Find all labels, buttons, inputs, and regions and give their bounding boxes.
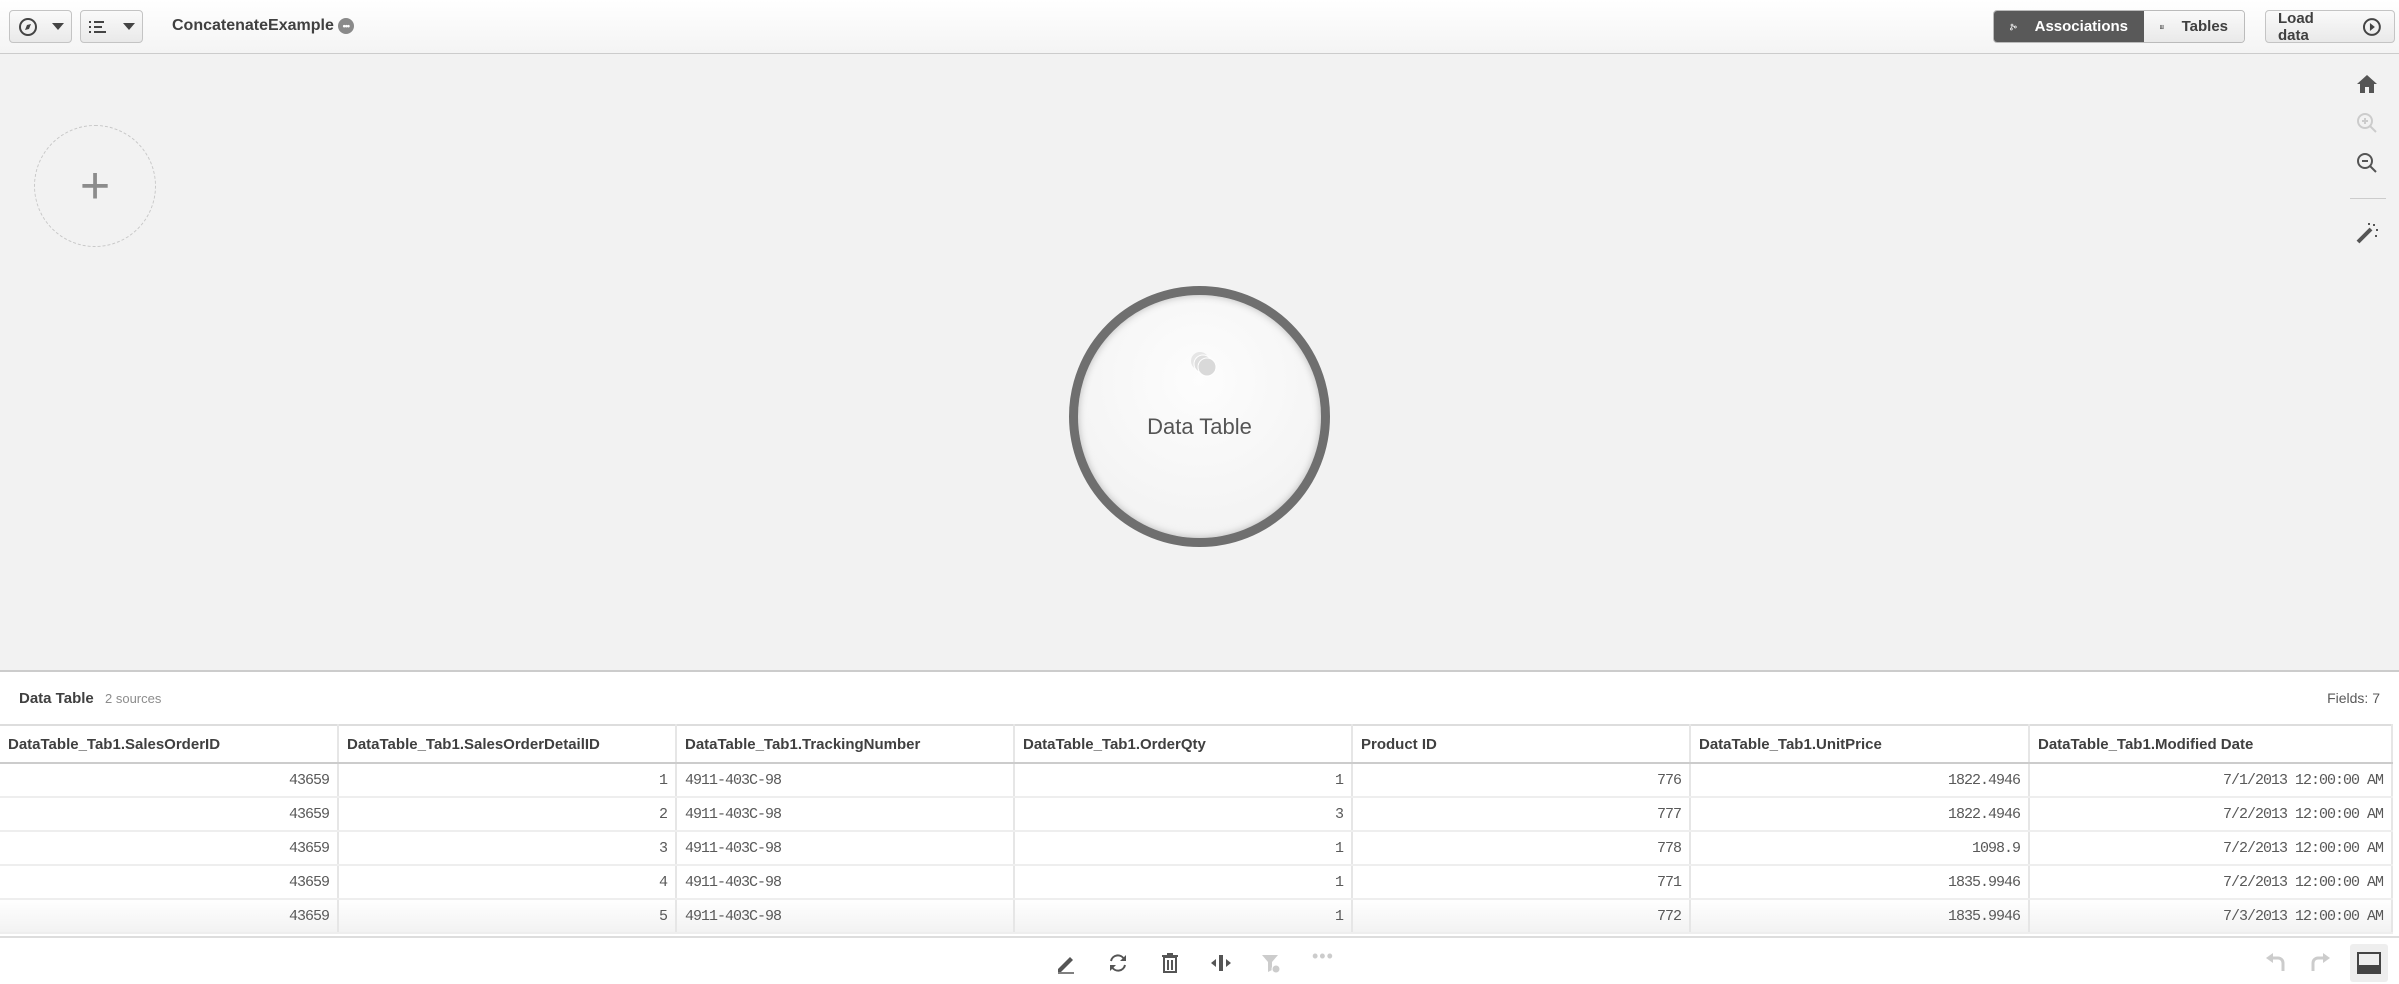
sources-stack-icon	[1191, 352, 1217, 377]
table-cell: 777	[1352, 797, 1691, 832]
table-cell: 4911-403C-98	[676, 763, 1015, 798]
table-cell: 7/2/2013 12:00:00 AM	[2029, 797, 2393, 832]
column-header[interactable]: DataTable_Tab1.SalesOrderID	[0, 724, 339, 764]
table-cell: 3	[338, 831, 677, 866]
table-cell: 1098.9	[1690, 831, 2030, 866]
add-data-button[interactable]: +	[34, 125, 156, 247]
panel-title: Data Table	[19, 690, 94, 707]
table-cell: 1	[1014, 865, 1353, 900]
column-header[interactable]: DataTable_Tab1.Modified Date	[2029, 724, 2393, 764]
table-cell: 43659	[0, 831, 339, 866]
undo-icon[interactable]	[2264, 952, 2286, 974]
redo-icon[interactable]	[2310, 952, 2332, 974]
edit-icon[interactable]	[1055, 952, 1077, 974]
app-title: ConcatenateExample •••	[172, 17, 354, 35]
table-cell: 1822.4946	[1690, 797, 2030, 832]
fields-count: Fields: 7	[2327, 690, 2380, 706]
tables-label: Tables	[2181, 18, 2228, 35]
column-header[interactable]: DataTable_Tab1.OrderQty	[1014, 724, 1353, 764]
table-cell: 1	[338, 763, 677, 798]
table-cell: 43659	[0, 763, 339, 798]
play-icon	[2363, 17, 2382, 36]
data-table-node[interactable]: Data Table	[1069, 286, 1330, 547]
table-cell: 3	[1014, 797, 1353, 832]
table-cell: 7/2/2013 12:00:00 AM	[2029, 831, 2393, 866]
sources-count: 2 sources	[105, 691, 162, 706]
table-cell: 772	[1352, 899, 1691, 934]
navigation-menu-button[interactable]	[9, 10, 72, 43]
table-cell: 5	[338, 899, 677, 934]
table-cell: 1	[1014, 899, 1353, 934]
magic-wand-icon[interactable]	[2355, 221, 2379, 245]
node-label: Data Table	[1147, 414, 1252, 439]
table-cell: 1835.9946	[1690, 899, 2030, 934]
table-row: 43659 5 4911-403C-98 1 772 1835.9946 7/3/2013 …	[0, 899, 2393, 934]
table-cell: 776	[1352, 763, 1691, 798]
app-title-text: ConcatenateExample	[172, 17, 334, 34]
table-cell: 1	[1014, 763, 1353, 798]
home-icon[interactable]	[2355, 72, 2379, 96]
associations-icon	[2010, 23, 2017, 30]
association-canvas[interactable]: + Data Table	[0, 54, 2399, 670]
associations-label: Associations	[2034, 18, 2128, 35]
table-cell: 4	[338, 865, 677, 900]
table-row: 43659 4 4911-403C-98 1 771 1835.9946 7/2/2013 …	[0, 865, 2393, 900]
load-data-button[interactable]: Load data	[2265, 9, 2395, 44]
table-row: 43659 2 4911-403C-98 3 777 1822.4946 7/2/2013 …	[0, 797, 2393, 832]
zoom-in-icon[interactable]	[2355, 111, 2379, 135]
delete-icon[interactable]	[1159, 952, 1181, 974]
top-toolbar: ConcatenateExample ••• Associations Tabl…	[0, 0, 2399, 54]
bottom-toolbar: •••	[0, 936, 2399, 984]
table-cell: 2	[338, 797, 677, 832]
table-cell: 1822.4946	[1690, 763, 2030, 798]
global-menu-button[interactable]	[80, 10, 143, 43]
plus-icon: +	[79, 157, 111, 215]
split-icon[interactable]	[1210, 952, 1232, 974]
chevron-down-icon	[51, 23, 64, 30]
table-cell: 4911-403C-98	[676, 797, 1015, 832]
chevron-down-icon	[122, 23, 135, 30]
table-cell: 43659	[0, 899, 339, 934]
tab-tables[interactable]: Tables	[2144, 11, 2244, 42]
column-header[interactable]: DataTable_Tab1.UnitPrice	[1690, 724, 2030, 764]
list-icon	[88, 20, 106, 33]
column-header[interactable]: DataTable_Tab1.SalesOrderDetailID	[338, 724, 677, 764]
load-data-label: Load data	[2278, 9, 2314, 44]
column-header[interactable]: Product ID	[1352, 724, 1691, 764]
table-cell: 7/2/2013 12:00:00 AM	[2029, 865, 2393, 900]
divider	[2350, 198, 2386, 199]
table-cell: 4911-403C-98	[676, 831, 1015, 866]
table-row: 43659 3 4911-403C-98 1 778 1098.9 7/2/2013 12:…	[0, 831, 2393, 866]
filter-clear-icon[interactable]	[1260, 952, 1282, 974]
table-cell: 778	[1352, 831, 1691, 866]
table-cell: 4911-403C-98	[676, 899, 1015, 934]
data-preview-table: DataTable_Tab1.SalesOrderID DataTable_Tab…	[0, 724, 2393, 934]
compass-icon	[18, 17, 37, 36]
table-cell: 1	[1014, 831, 1353, 866]
table-cell: 43659	[0, 865, 339, 900]
more-icon[interactable]: •••	[1312, 946, 1334, 968]
view-switcher: Associations Tables	[1993, 10, 2245, 43]
table-cell: 43659	[0, 797, 339, 832]
table-cell: 7/1/2013 12:00:00 AM	[2029, 763, 2393, 798]
table-icon	[2160, 24, 2164, 29]
table-cell: 4911-403C-98	[676, 865, 1015, 900]
panel-toggle-icon	[2357, 952, 2381, 974]
table-row: 43659 1 4911-403C-98 1 776 1822.4946 7/1/2013 …	[0, 763, 2393, 798]
column-header[interactable]: DataTable_Tab1.TrackingNumber	[676, 724, 1015, 764]
more-options-icon[interactable]: •••	[337, 18, 354, 34]
table-cell: 1835.9946	[1690, 865, 2030, 900]
tab-associations[interactable]: Associations	[1994, 11, 2144, 42]
table-cell: 771	[1352, 865, 1691, 900]
table-cell: 7/3/2013 12:00:00 AM	[2029, 899, 2393, 934]
toggle-preview-panel-button[interactable]	[2350, 944, 2388, 982]
refresh-icon[interactable]	[1107, 952, 1129, 974]
zoom-out-icon[interactable]	[2355, 151, 2379, 175]
